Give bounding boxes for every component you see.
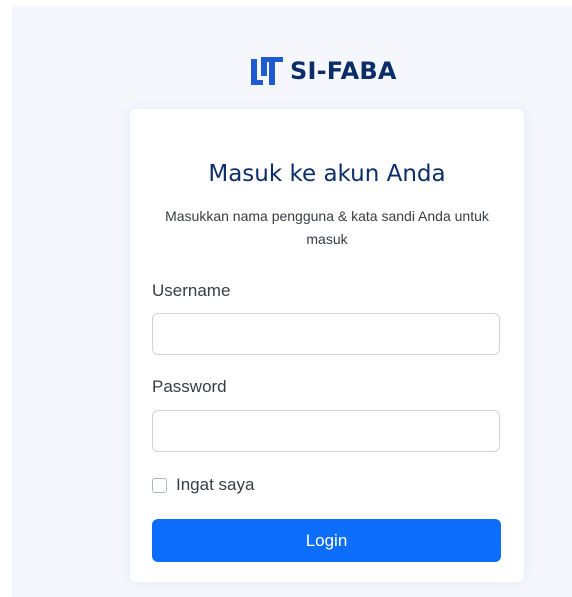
remember-me-checkbox[interactable] [152, 477, 167, 493]
username-input[interactable] [152, 313, 500, 355]
login-card: Masuk ke akun Anda Masukkan nama penggun… [130, 109, 524, 582]
login-subtitle: Masukkan nama pengguna & kata sandi Anda… [165, 208, 489, 247]
brand-logo-icon [251, 57, 283, 85]
login-button[interactable]: Login [152, 519, 501, 562]
login-title: Masuk ke akun Anda [208, 161, 446, 187]
password-label: Password [152, 377, 227, 396]
login-page: SI-FABA Masuk ke akun Anda Masukkan nama… [12, 6, 572, 597]
brand-name: SI-FABA [290, 57, 397, 85]
remember-me[interactable]: Ingat saya [152, 474, 254, 496]
password-input[interactable] [152, 410, 500, 452]
remember-me-label[interactable]: Ingat saya [176, 475, 254, 495]
brand: SI-FABA [250, 54, 397, 88]
username-label: Username [152, 281, 231, 300]
